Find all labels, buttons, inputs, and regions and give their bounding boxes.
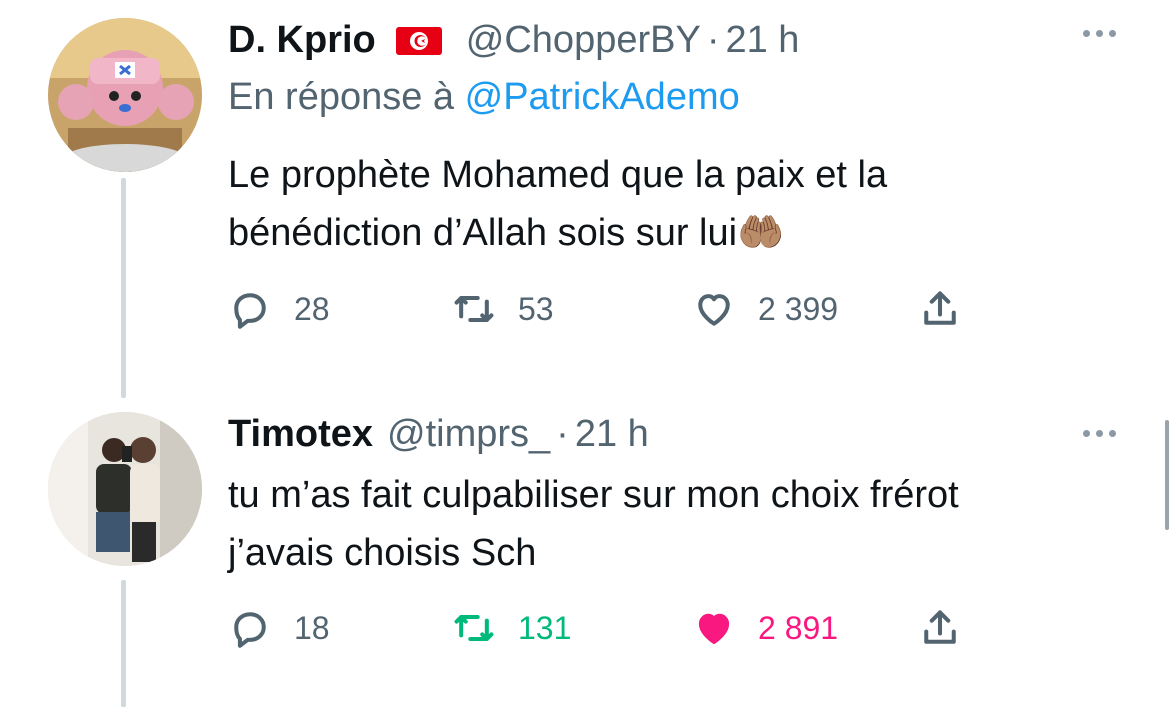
tweet-header: Timotex @timprs_ · 21 h xyxy=(228,412,649,456)
reply-button[interactable]: 28 xyxy=(228,284,330,334)
tweet-text-line: tu m’as fait culpabiliser sur mon choix … xyxy=(228,474,959,516)
reply-prefix: En réponse à xyxy=(228,76,455,118)
reply-mention-link[interactable]: @PatrickAdemo xyxy=(465,76,740,118)
timestamp[interactable]: 21 h xyxy=(725,19,799,62)
share-button[interactable] xyxy=(918,603,962,653)
share-icon xyxy=(924,291,956,325)
thread-line xyxy=(121,178,126,398)
handle[interactable]: @ChopperBY xyxy=(466,19,701,62)
separator-dot: · xyxy=(706,18,720,61)
tweet-text-line: Le prophète Mohamed que la paix et la xyxy=(228,154,888,196)
avatar-timotex[interactable] xyxy=(48,412,202,566)
scrollbar[interactable] xyxy=(1164,0,1170,707)
timestamp[interactable]: 21 h xyxy=(575,413,649,456)
handle[interactable]: @timprs_ xyxy=(387,413,550,456)
action-bar: 18 131 2 891 xyxy=(228,603,988,653)
heart-filled-icon xyxy=(698,613,730,645)
like-button[interactable]: 2 891 xyxy=(692,603,838,653)
retweet-button[interactable]: 131 xyxy=(452,603,571,653)
display-name[interactable]: D. Kprio xyxy=(228,19,376,62)
share-button[interactable] xyxy=(918,284,962,334)
reply-context: En réponse à @PatrickAdemo xyxy=(228,76,740,119)
thread-line xyxy=(121,580,126,707)
reply-icon xyxy=(234,293,266,329)
tweet-text: Le prophète Mohamed que la paix et la bé… xyxy=(228,146,887,262)
heart-icon xyxy=(698,294,730,326)
retweet-icon xyxy=(454,614,494,642)
more-options-icon[interactable] xyxy=(1083,430,1116,437)
like-button[interactable]: 2 399 xyxy=(692,284,838,334)
tweet-text: tu m’as fait culpabiliser sur mon choix … xyxy=(228,466,959,582)
action-bar: 28 53 2 399 xyxy=(228,284,988,334)
like-count: 2 399 xyxy=(758,290,839,327)
retweet-count: 131 xyxy=(518,609,572,646)
tweet-text-line: bénédiction d’Allah sois sur lui🤲🏽 xyxy=(228,212,785,254)
avatar-image xyxy=(48,18,202,172)
tweet-2[interactable]: Timotex @timprs_ · 21 h tu m’as fait cul… xyxy=(0,400,1170,707)
tweet-text-line: j’avais choisis Sch xyxy=(228,532,537,574)
separator-dot: · xyxy=(556,412,569,455)
reply-button[interactable]: 18 xyxy=(228,603,330,653)
avatar-image xyxy=(48,412,202,566)
reply-count: 18 xyxy=(294,609,330,646)
avatar-dkprio[interactable] xyxy=(48,18,202,172)
display-name[interactable]: Timotex xyxy=(228,413,373,456)
retweet-icon xyxy=(454,295,494,323)
retweet-button[interactable]: 53 xyxy=(452,284,554,334)
retweet-count: 53 xyxy=(518,290,554,327)
tweet-1[interactable]: D. Kprio @ChopperBY · 21 h En réponse à … xyxy=(0,0,1170,400)
tunisia-flag-icon xyxy=(394,24,444,56)
more-options-icon[interactable] xyxy=(1083,30,1116,37)
reply-count: 28 xyxy=(294,290,330,327)
tweet-header: D. Kprio @ChopperBY · 21 h xyxy=(228,18,799,62)
like-count: 2 891 xyxy=(758,609,839,646)
share-icon xyxy=(924,610,956,644)
reply-icon xyxy=(234,612,266,648)
